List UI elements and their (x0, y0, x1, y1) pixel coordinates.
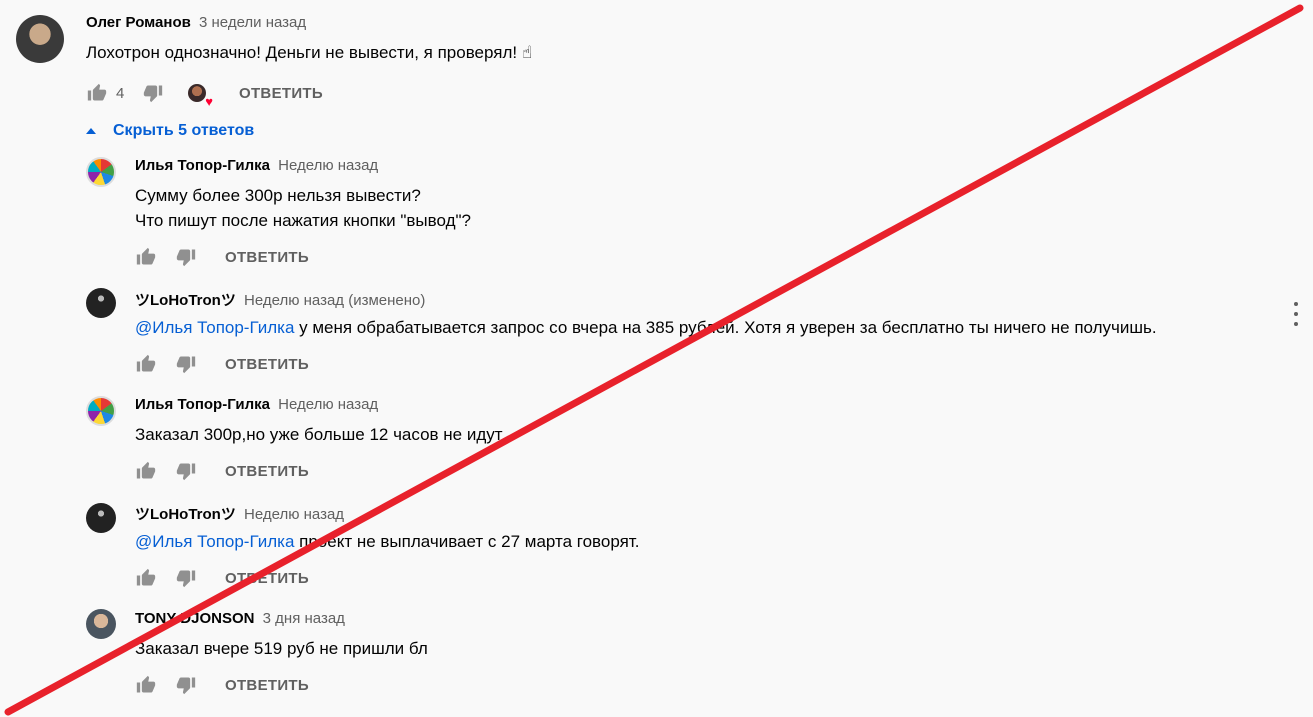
reply-button[interactable]: ОТВЕТИТЬ (239, 85, 323, 102)
user-mention-link[interactable]: @Илья Топор-Гилка (135, 318, 294, 337)
comment-author[interactable]: Илья Топор-Гилка (135, 396, 270, 413)
reply-button[interactable]: ОТВЕТИТЬ (225, 249, 309, 266)
thumb-down-icon[interactable] (142, 82, 164, 104)
comment-text-line: Сумму более 300р нельзя вывести? (135, 186, 421, 205)
reply-button[interactable]: ОТВЕТИТЬ (225, 356, 309, 373)
comment-text: @Илья Топор-Гилка у меня обрабатывается … (135, 315, 1157, 341)
more-vert-icon[interactable] (1290, 302, 1302, 326)
comment-header: Илья Топор-Гилка Неделю назад (135, 396, 378, 413)
thumb-up-icon[interactable] (135, 460, 157, 482)
comment-time[interactable]: 3 дня назад (263, 610, 345, 627)
avatar[interactable] (86, 157, 116, 187)
comment-toolbar: ОТВЕТИТЬ (135, 566, 309, 590)
avatar[interactable] (16, 15, 64, 63)
comment-header: Олег Романов 3 недели назад (86, 14, 306, 31)
avatar[interactable] (86, 503, 116, 533)
thumb-down-icon[interactable] (175, 353, 197, 375)
thumb-down-icon[interactable] (175, 567, 197, 589)
comment-text-content: проект не выплачивает с 27 марта говорят… (294, 532, 640, 551)
comment-header: ツLoHoTronツ Неделю назад (изменено) (135, 289, 425, 310)
creator-heart-icon: ♥ (188, 84, 213, 108)
thumb-down-icon[interactable] (175, 674, 197, 696)
comment-time[interactable]: Неделю назад (изменено) (244, 292, 425, 309)
thumb-down-icon[interactable] (175, 246, 197, 268)
reply-button[interactable]: ОТВЕТИТЬ (225, 570, 309, 587)
thumb-up-icon[interactable] (135, 246, 157, 268)
comment-time[interactable]: Неделю назад (278, 396, 378, 413)
comment-text: Заказал 300р,но уже больше 12 часов не и… (135, 425, 503, 444)
thumb-up-icon[interactable] (135, 353, 157, 375)
comment-author[interactable]: Олег Романов (86, 14, 191, 31)
comment-toolbar: ОТВЕТИТЬ (135, 459, 309, 483)
comment-time[interactable]: Неделю назад (244, 506, 344, 523)
comment-text: @Илья Топор-Гилка проект не выплачивает … (135, 529, 639, 555)
comment-header: Илья Топор-Гилка Неделю назад (135, 157, 378, 174)
user-mention-link[interactable]: @Илья Топор-Гилка (135, 532, 294, 551)
hide-replies-button[interactable]: Скрыть 5 ответов (86, 120, 254, 142)
avatar[interactable] (86, 609, 116, 639)
comment-header: TONY DJONSON 3 дня назад (135, 610, 345, 627)
comment-text: Лохотрон однозначно! Деньги не вывести, … (86, 43, 533, 62)
thumb-up-icon[interactable] (135, 567, 157, 589)
avatar[interactable] (86, 288, 116, 318)
comment-text: Заказал вчере 519 руб не пришли бл (135, 639, 428, 658)
comment-toolbar: ОТВЕТИТЬ (135, 245, 309, 269)
comment-text-content: у меня обрабатывается запрос со вчера на… (294, 318, 1157, 337)
comment-author[interactable]: TONY DJONSON (135, 610, 254, 627)
comment-time[interactable]: 3 недели назад (199, 14, 306, 31)
caret-up-icon (86, 128, 96, 134)
comment-toolbar: 4 ♥ ОТВЕТИТЬ (86, 81, 323, 108)
comment-toolbar: ОТВЕТИТЬ (135, 352, 309, 376)
comment-author[interactable]: ツLoHoTronツ (135, 506, 236, 523)
avatar[interactable] (86, 396, 116, 426)
reply-button[interactable]: ОТВЕТИТЬ (225, 463, 309, 480)
comment-author[interactable]: ツLoHoTronツ (135, 292, 236, 309)
comment-header: ツLoHoTronツ Неделю назад (135, 503, 344, 524)
like-count: 4 (116, 84, 125, 102)
reply-button[interactable]: ОТВЕТИТЬ (225, 677, 309, 694)
comment-time[interactable]: Неделю назад (278, 157, 378, 174)
hide-replies-label: Скрыть 5 ответов (113, 122, 255, 139)
thumb-up-icon[interactable] (86, 82, 108, 104)
comment-author[interactable]: Илья Топор-Гилка (135, 157, 270, 174)
comment-text-line: Что пишут после нажатия кнопки "вывод"? (135, 211, 471, 230)
comment-toolbar: ОТВЕТИТЬ (135, 673, 309, 697)
thumb-down-icon[interactable] (175, 460, 197, 482)
thumb-up-icon[interactable] (135, 674, 157, 696)
